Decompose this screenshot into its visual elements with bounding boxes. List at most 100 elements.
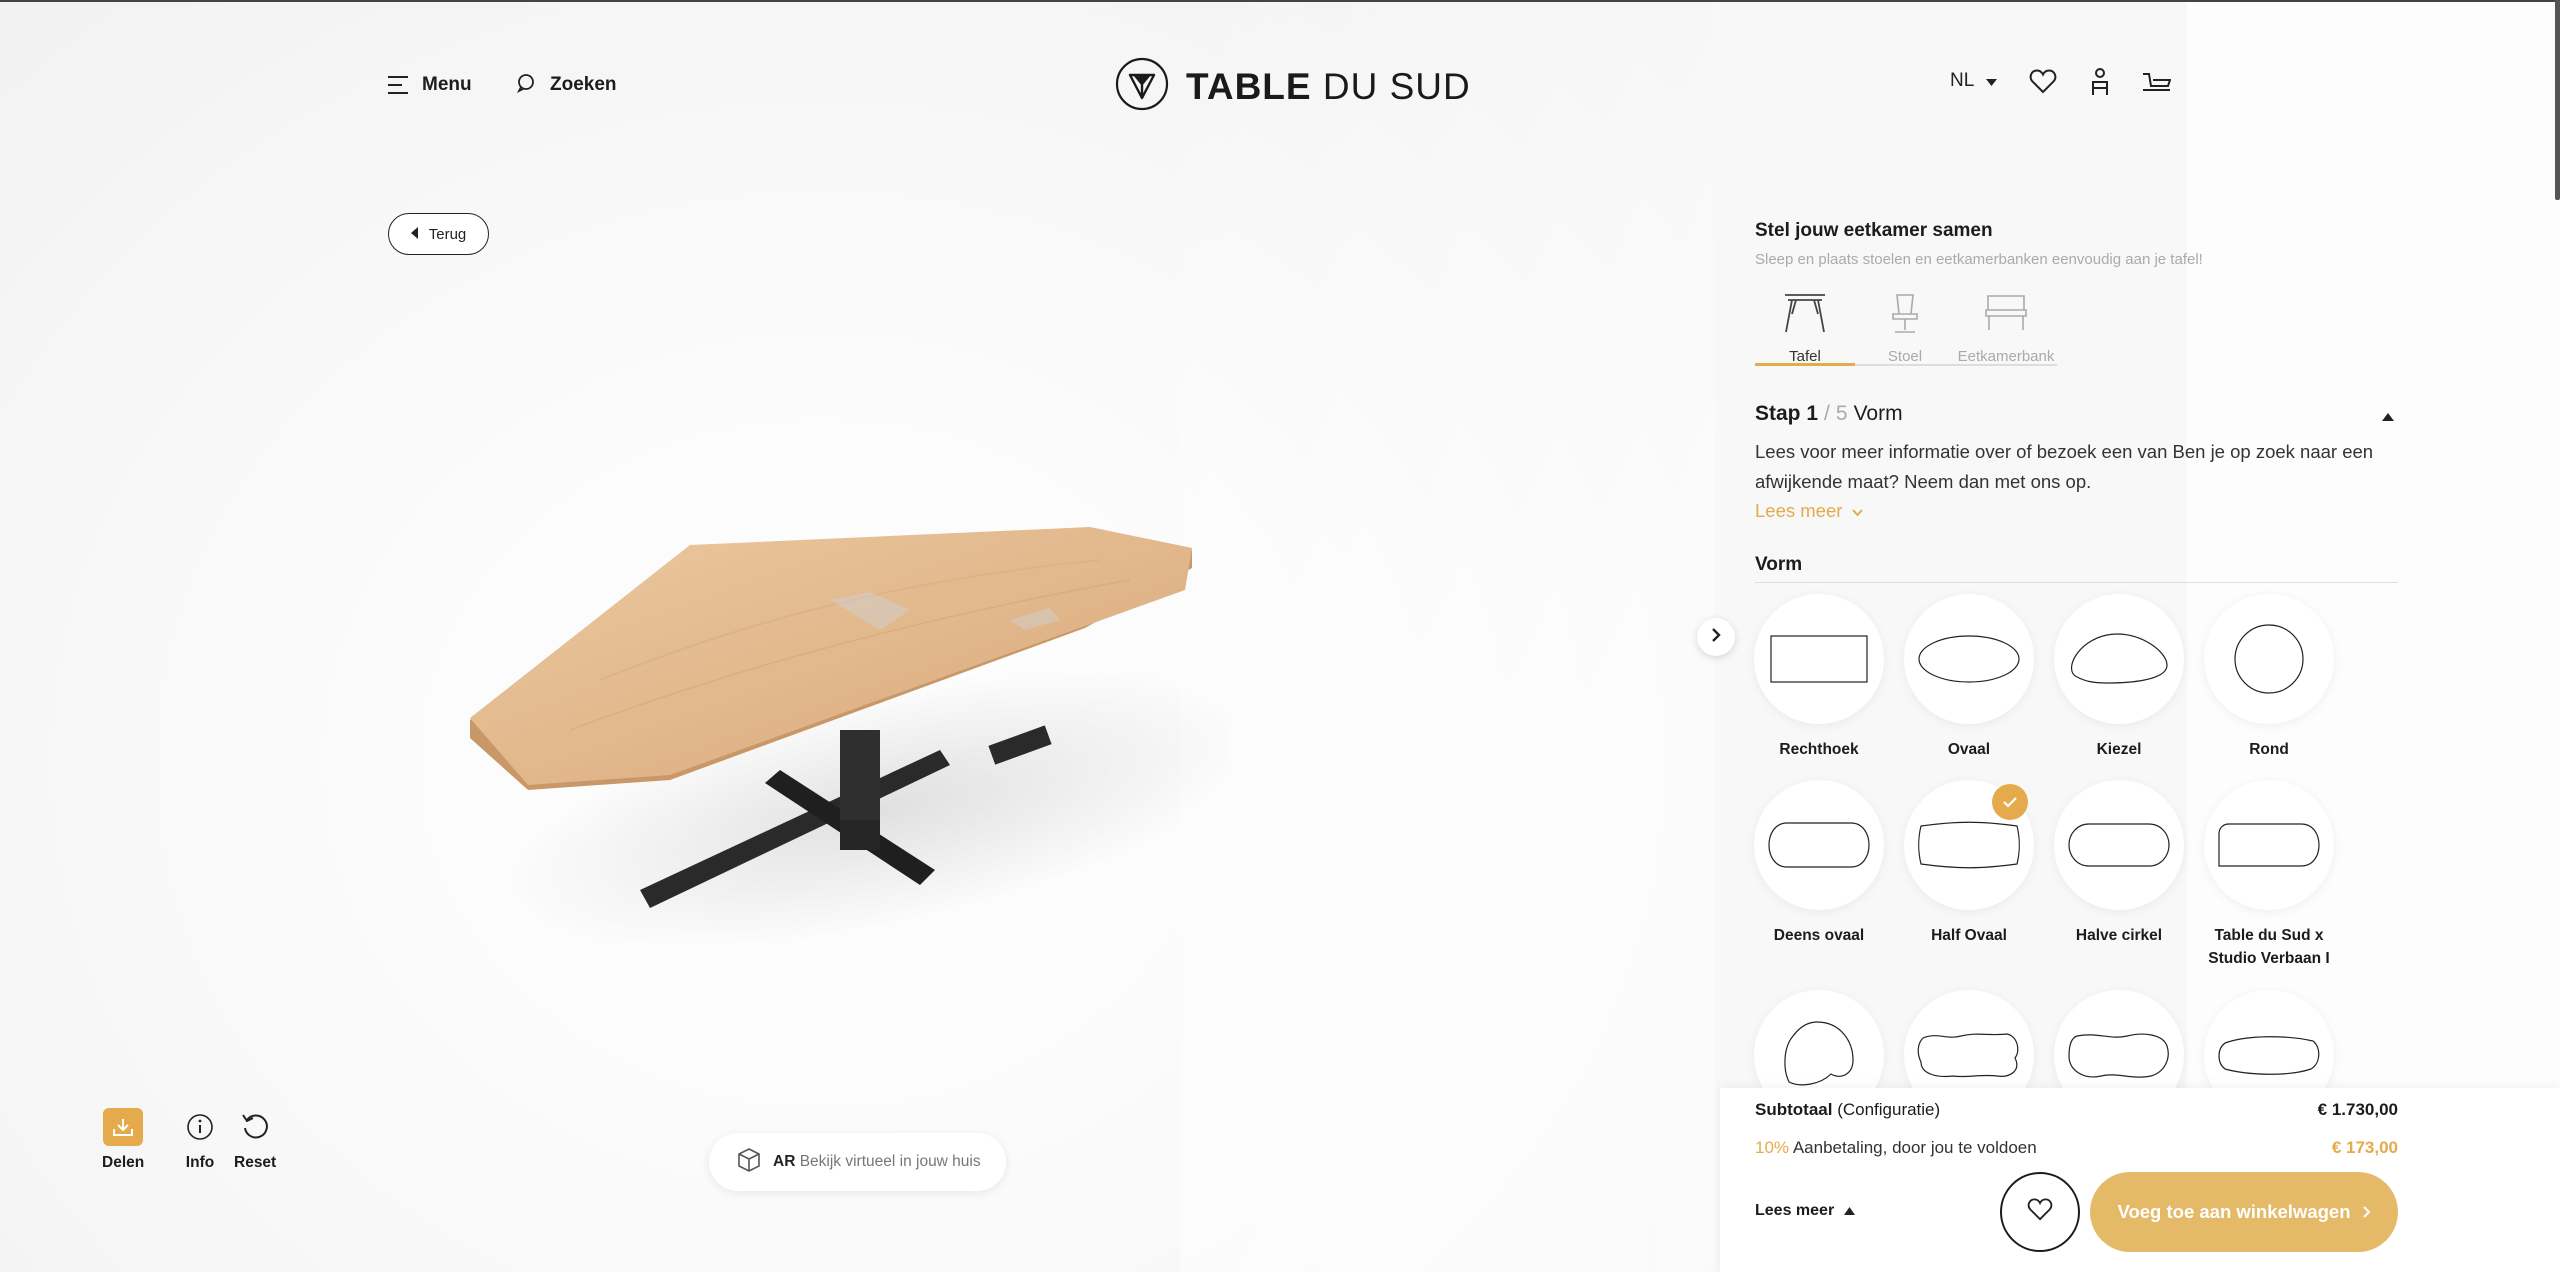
selected-check-icon [1992, 784, 2028, 820]
caret-down-icon [1986, 70, 1998, 92]
cart-button[interactable] [2138, 66, 2174, 102]
hamburger-icon [388, 76, 408, 94]
pebble-shape-icon [2054, 594, 2184, 724]
add-to-cart-label: Voeg toe aan winkelwagen [2117, 1201, 2351, 1222]
logo-icon [1114, 56, 1170, 117]
info-button[interactable]: Info [180, 1108, 220, 1172]
tab-table[interactable]: Tafel [1755, 292, 1855, 365]
danish-oval-shape-icon [1754, 780, 1884, 910]
tab-bench-label: Eetkamerbank [1957, 348, 2055, 365]
section-divider [1755, 582, 2398, 583]
account-button[interactable] [2082, 66, 2118, 102]
table-icon [1782, 292, 1828, 339]
logo-wordmark: TABLE DU SUD [1186, 65, 1471, 107]
reset-icon [235, 1108, 275, 1146]
shape-label: Ovaal [1947, 741, 1991, 758]
shape-label: Half Ovaal [1931, 927, 2007, 944]
chevron-right-icon [1711, 627, 1721, 647]
bench-icon [1983, 292, 2029, 339]
summary-read-more-label: Lees meer [1755, 1202, 1835, 1219]
shape-option-kiezel[interactable]: Kiezel [2054, 594, 2184, 761]
shape-label: Deens ovaal [1773, 927, 1865, 944]
section-title: Vorm [1755, 554, 1803, 575]
shape-option-rond[interactable]: Rond [2204, 594, 2334, 761]
add-to-wishlist-button[interactable] [2000, 1172, 2080, 1252]
heart-icon [2027, 1198, 2053, 1226]
tab-chair-label: Stoel [1887, 348, 1923, 365]
half-oval-shape-icon [1904, 780, 2034, 910]
rectangle-shape-icon [1754, 594, 1884, 724]
step-separator: / [1824, 402, 1830, 425]
read-more-link[interactable]: Lees meer [1755, 500, 1864, 522]
collapse-step-button[interactable] [2382, 408, 2394, 426]
info-label: Info [185, 1154, 215, 1171]
step-header: Stap 1 / 5 Vorm [1755, 402, 1903, 426]
chevron-right-icon [2362, 1201, 2371, 1223]
top-border [0, 0, 2560, 2]
search-chat-icon [516, 73, 536, 98]
shape-option-half-ovaal[interactable]: Half Ovaal [1904, 780, 2034, 947]
info-icon [180, 1108, 220, 1146]
subtotal-label: Subtotaal (Configuratie) [1755, 1100, 1941, 1119]
language-select[interactable]: NL [1950, 70, 1998, 92]
download-icon [103, 1108, 144, 1146]
ar-prefix: AR [773, 1153, 796, 1170]
shape-option-halve-cirkel[interactable]: Halve cirkel [2054, 780, 2184, 947]
chair-icon [1887, 292, 1923, 339]
shape-option-studio-verbaan[interactable]: Table du Sud x Studio Verbaan I [2204, 780, 2334, 970]
subtotal-value: € 1.730,00 [2317, 1100, 2398, 1119]
back-button[interactable]: Terug [388, 213, 489, 255]
step-description: Lees voor meer informatie over of bezoek… [1755, 441, 2374, 492]
shape-label: Halve cirkel [2075, 927, 2163, 944]
search-label: Zoeken [550, 74, 617, 95]
studio-verbaan-shape-icon [2204, 780, 2334, 910]
step-total: 5 [1835, 402, 1848, 425]
search-button[interactable]: Zoeken [516, 60, 617, 110]
ar-button[interactable]: AR Bekijk virtueel in jouw huis [709, 1133, 1006, 1191]
back-label: Terug [428, 225, 467, 243]
reset-label: Reset [234, 1154, 277, 1171]
chair-person-icon [2090, 67, 2110, 101]
language-value: NL [1950, 70, 1975, 91]
step-number: Stap 1 [1755, 402, 1819, 425]
oval-shape-icon [1904, 594, 2034, 724]
shape-label: Kiezel [2096, 741, 2142, 758]
configurator-title: Stel jouw eetkamer samen [1755, 220, 1993, 241]
toggle-panel-button[interactable] [1697, 618, 1735, 656]
tab-bench[interactable]: Eetkamerbank [1955, 292, 2057, 365]
table-3d-model[interactable] [450, 480, 1253, 965]
caret-up-icon [2382, 408, 2394, 425]
heart-icon [2029, 69, 2057, 99]
chevron-left-icon [410, 226, 419, 243]
half-circle-shape-icon [2054, 780, 2184, 910]
shape-option-rechthoek[interactable]: Rechthoek [1754, 594, 1884, 761]
scrollbar[interactable] [2555, 0, 2560, 200]
step-name: Vorm [1853, 402, 1903, 425]
chevron-down-icon [1852, 500, 1864, 522]
tab-chair[interactable]: Stoel [1855, 292, 1955, 365]
round-shape-icon [2204, 594, 2334, 724]
deposit-value: € 173,00 [2331, 1138, 2398, 1157]
cart-icon [2141, 70, 2172, 99]
share-button[interactable]: Delen [102, 1108, 144, 1172]
shape-label: Rond [2249, 741, 2289, 758]
shape-label: Table du Sud x Studio Verbaan I [2208, 927, 2330, 967]
caret-up-icon [1844, 1202, 1856, 1220]
shape-option-ovaal[interactable]: Ovaal [1904, 594, 2034, 761]
wishlist-button[interactable] [2025, 66, 2061, 102]
configurator-subtitle: Sleep en plaats stoelen en eetkamerbanke… [1755, 251, 2203, 268]
shape-option-deens-ovaal[interactable]: Deens ovaal [1754, 780, 1884, 947]
tab-active-indicator [1755, 363, 1855, 366]
read-more-label: Lees meer [1755, 500, 1843, 521]
deposit-label: 10% Aanbetaling, door jou te voldoen [1755, 1138, 2037, 1157]
summary-read-more[interactable]: Lees meer [1755, 1202, 1856, 1220]
logo[interactable]: TABLE DU SUD [1114, 56, 1471, 117]
add-to-cart-button[interactable]: Voeg toe aan winkelwagen [2090, 1172, 2398, 1252]
menu-button[interactable]: Menu [388, 60, 472, 110]
shape-label: Rechthoek [1779, 741, 1859, 758]
ar-cube-icon [735, 1146, 763, 1179]
share-label: Delen [102, 1154, 145, 1171]
reset-button[interactable]: Reset [234, 1108, 276, 1172]
ar-text: Bekijk virtueel in jouw huis [799, 1153, 981, 1170]
menu-label: Menu [422, 74, 472, 95]
